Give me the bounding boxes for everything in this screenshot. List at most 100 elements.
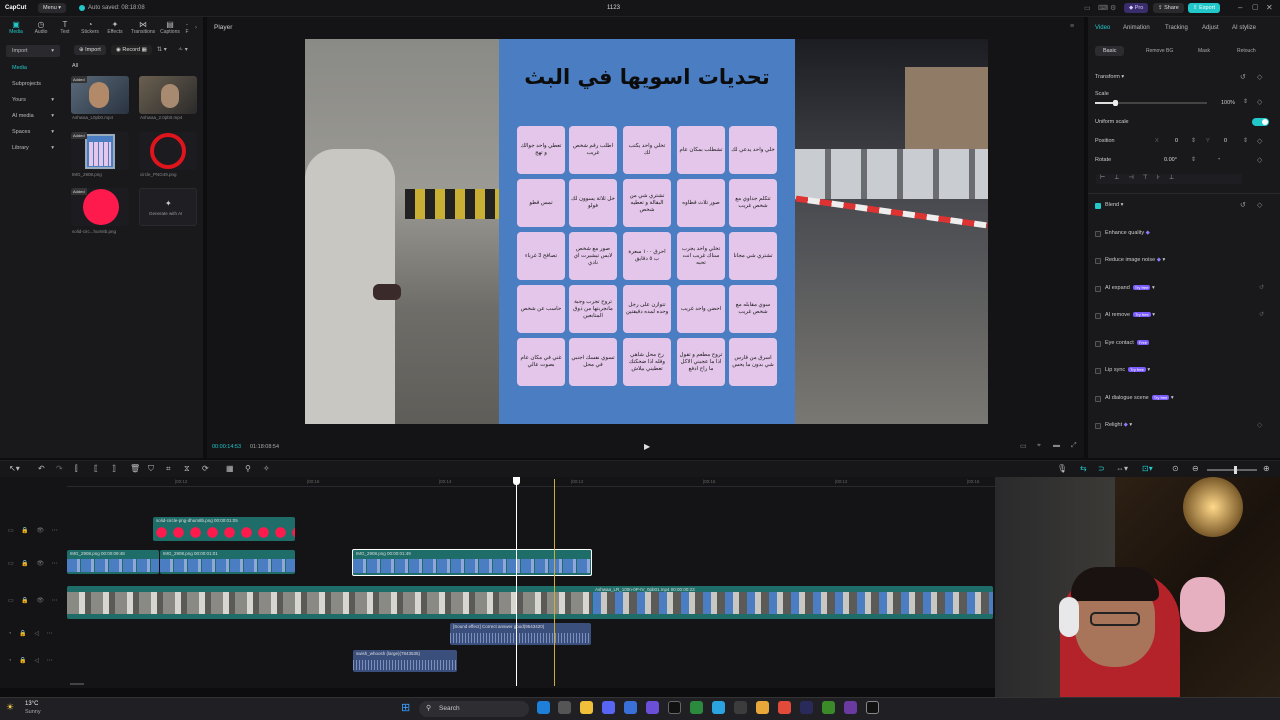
menu-icon[interactable]: ≡ (1070, 23, 1074, 30)
ai-expand-checkbox[interactable] (1095, 286, 1101, 292)
tool-stickers[interactable]: ◔ Stickers (78, 20, 102, 35)
scale-value[interactable]: 100% (1221, 100, 1235, 106)
rotate-icon[interactable]: ⟳ (202, 464, 209, 473)
lip-sync-checkbox[interactable] (1095, 368, 1101, 374)
keyframe-icon[interactable]: ◇ (1257, 137, 1262, 145)
reduce-noise-checkbox[interactable] (1095, 258, 1101, 264)
stepper-icon[interactable]: ⇕ (1191, 156, 1196, 163)
align-toolbar[interactable]: ⊢⊥⊣⊤⊦⊥ (1096, 174, 1242, 184)
telegram-icon[interactable] (712, 701, 725, 714)
speed-icon[interactable]: ⚲ (245, 464, 251, 473)
eye-contact-checkbox[interactable] (1095, 341, 1101, 347)
track-controls[interactable]: ▭ 🔒 👁 ⋯ (8, 560, 61, 567)
reduce-noise-label[interactable]: Reduce image noise ◆ ▾ (1105, 257, 1165, 263)
capcut-active-icon[interactable] (866, 701, 879, 714)
ai-dialogue-checkbox[interactable] (1095, 396, 1101, 402)
filter-icon[interactable]: ⩪ ▾ (178, 46, 188, 53)
brave-icon[interactable] (778, 701, 791, 714)
weather-temp[interactable]: 13°C (25, 701, 38, 707)
minimize-icon[interactable]: – (1238, 3, 1242, 12)
rotate-input[interactable]: 0.00° (1164, 157, 1177, 163)
preview-axis-icon[interactable]: ⇔▾ (1116, 464, 1128, 473)
sidebar-item-library[interactable]: Library ▾ (6, 142, 60, 154)
ai-remove-checkbox[interactable] (1095, 313, 1101, 319)
frame-icon[interactable]: ▦ (226, 464, 234, 473)
playhead-handle[interactable] (513, 477, 520, 485)
tool-media[interactable]: ▣ Media (4, 20, 28, 35)
app-icon[interactable] (646, 701, 659, 714)
pos-x-input[interactable]: 0 (1175, 138, 1178, 144)
challenge-poster[interactable]: تحديات اسويها في البث خلي واحد يدعي لك تش… (499, 39, 795, 424)
time-ruler[interactable]: |00:12 |00:16 |00:14 |00:12 |00:16 |00:1… (67, 477, 995, 487)
snap-icon[interactable]: ⊡▾ (1142, 464, 1153, 473)
keyframe-icon[interactable]: ◇ (1257, 156, 1262, 164)
sticker-clip[interactable]: solid-circle-png-dhum8b.png 00:00:01:05 (153, 517, 295, 541)
split-icon[interactable]: ⫿ (75, 464, 78, 474)
image-clip-selected[interactable]: IMG_2908.png 00:00:01:49 (352, 549, 592, 576)
ratio-icon[interactable]: ▬ (1053, 442, 1060, 449)
select-tool-icon[interactable]: ↖▾ (9, 464, 20, 473)
ai-dialogue-label[interactable]: AI dialogue scene Try free ▾ (1105, 395, 1174, 401)
main-video-clip[interactable]: Ashwaa_LR_100n-0P-IV_0pb01.mp4 00:00:00:… (67, 586, 993, 619)
generate-with-ai-button[interactable]: ✦ Generate with AI (139, 188, 197, 226)
stepper-icon[interactable]: ⇕ (1243, 98, 1248, 105)
media-item[interactable]: Added (71, 76, 129, 114)
shield-icon[interactable]: ⛉ (148, 464, 154, 474)
enhance-quality-label[interactable]: Enhance quality ◆ (1105, 230, 1150, 236)
pos-y-input[interactable]: 0 (1224, 138, 1227, 144)
subtab-basic[interactable]: Basic (1095, 46, 1125, 56)
keyframe-icon[interactable]: ◇ (1257, 73, 1262, 81)
media-item[interactable]: Added (71, 132, 129, 170)
stepper-icon[interactable]: ⇕ (1243, 137, 1248, 144)
transform-label[interactable]: Transform ▾ (1095, 74, 1124, 80)
uniform-scale-toggle[interactable] (1252, 118, 1269, 126)
task-view-icon[interactable] (558, 701, 571, 714)
sidebar-item-subprojects[interactable]: Subprojects (6, 78, 60, 90)
reset-icon[interactable]: ↺ (1259, 284, 1264, 291)
crop-icon[interactable]: ⌗ (166, 464, 171, 474)
mirror-icon[interactable]: ⧖ (184, 464, 190, 474)
blend-label[interactable]: Blend ▾ (1105, 202, 1123, 208)
delete-icon[interactable]: 🗑 (130, 464, 140, 473)
settings-icon[interactable]: ⚙ (1110, 4, 1116, 12)
zoom-out-icon[interactable]: ⊖ (1192, 464, 1199, 473)
tool-captions[interactable]: ▤ Captions (158, 20, 182, 35)
keyboard-icon[interactable]: ⌨ (1098, 4, 1108, 12)
github-icon[interactable] (734, 701, 747, 714)
track-controls[interactable]: ◔ 🔒 ◁ ⋯ (8, 657, 56, 664)
sort-icon[interactable]: ⇅ ▾ (157, 46, 167, 53)
flip-button[interactable]: - (1218, 156, 1220, 163)
track-controls[interactable]: ◔ 🔒 ◁ ⋯ (8, 630, 56, 637)
link-icon[interactable]: ⇆ (1080, 464, 1087, 473)
pro-button[interactable]: ◆ Pro (1124, 3, 1149, 13)
export-button[interactable]: ⇧ Export (1188, 3, 1221, 13)
zoom-in-icon[interactable]: ⊕ (1263, 464, 1270, 473)
maximize-icon[interactable]: ▢ (1252, 3, 1259, 11)
reset-icon[interactable]: ↺ (1240, 201, 1246, 209)
screen-icon[interactable]: ▭ (1020, 442, 1027, 450)
eye-contact-label[interactable]: Eye contact Free (1105, 340, 1149, 346)
sound-effect-clip[interactable]: [Sound effect] Correct answer good(95434… (450, 623, 591, 645)
fullscreen-icon[interactable]: ⤢ (1071, 442, 1077, 450)
relight-label[interactable]: Relight ◆ ▾ (1105, 422, 1132, 428)
import-button[interactable]: ⊕ Import (74, 45, 106, 55)
taskbar-search[interactable]: ⚲ Search (419, 701, 529, 717)
sound-effect-clip[interactable]: swish_whoosh (large)(7843535) (353, 650, 457, 672)
tool-audio[interactable]: ◷ Audio (29, 20, 53, 35)
trim-right-icon[interactable]: ⟧ (112, 464, 116, 473)
tab-video[interactable]: Video (1095, 25, 1110, 31)
image-clip[interactable]: IMG_2908.png 00:00:09:48 (67, 550, 159, 574)
tab-animation[interactable]: Animation (1123, 25, 1150, 31)
play-icon[interactable]: ▶ (644, 442, 650, 451)
project-title[interactable]: 1123 (607, 5, 620, 11)
excel-icon[interactable] (690, 701, 703, 714)
zoom-slider[interactable] (1207, 466, 1257, 474)
redo-icon[interactable]: ↷ (56, 464, 63, 473)
image-clip[interactable]: IMG_2908.png 00:00:01:01 (160, 550, 295, 574)
tool-more[interactable]: · F (182, 20, 192, 35)
record-button[interactable]: ◉ Record ▦ (111, 45, 152, 55)
subtab-retouch[interactable]: Retouch (1237, 48, 1256, 54)
notes-icon[interactable] (624, 701, 637, 714)
fit-icon[interactable]: ⊙ (1172, 464, 1179, 473)
filter-all[interactable]: All (72, 63, 78, 69)
